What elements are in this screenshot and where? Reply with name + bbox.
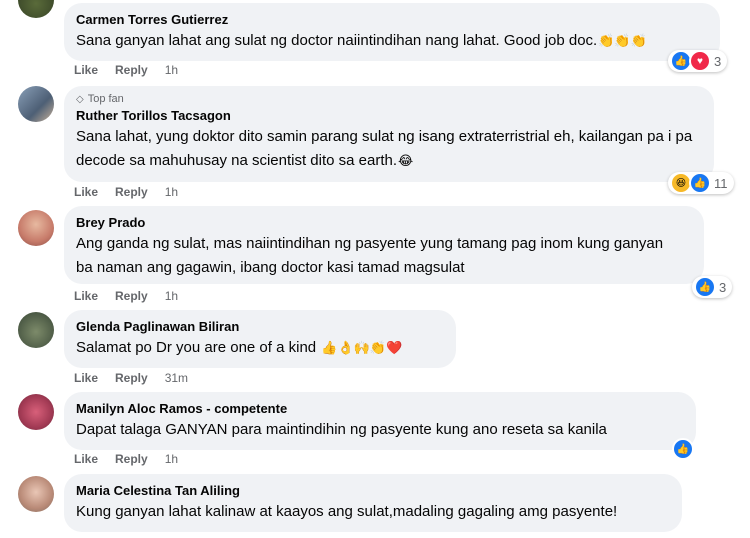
comment-actions: Like Reply 31m bbox=[74, 370, 188, 386]
reply-button[interactable]: Reply bbox=[115, 370, 148, 386]
comment-author[interactable]: Ruther Torillos Tacsagon bbox=[76, 107, 702, 124]
comment-bubble: Manilyn Aloc Ramos - competente Dapat ta… bbox=[64, 392, 696, 450]
reaction-count: 11 bbox=[714, 175, 728, 191]
top-fan-badge: ◇ Top fan bbox=[76, 92, 702, 106]
comment-text-body: Salamat po Dr you are one of a kind bbox=[76, 339, 317, 356]
reaction-summary[interactable]: 👍 bbox=[670, 438, 694, 460]
comment-author[interactable]: Carmen Torres Gutierrez bbox=[76, 11, 708, 28]
comment-bubble: Maria Celestina Tan Aliling Kung ganyan … bbox=[64, 474, 682, 532]
like-button[interactable]: Like bbox=[74, 288, 98, 304]
love-icon: ♥ bbox=[689, 50, 711, 72]
comment-time[interactable]: 1h bbox=[165, 184, 178, 200]
clap-emoji: 👏👏👏 bbox=[598, 33, 647, 48]
comment-actions: Like Reply 1h bbox=[74, 451, 178, 467]
comment-text: Dapat talaga GANYAN para maintindihin ng… bbox=[76, 421, 607, 438]
reaction-summary[interactable]: 😆 👍 11 bbox=[668, 172, 734, 194]
reaction-summary[interactable]: 👍 3 bbox=[692, 276, 733, 298]
like-button[interactable]: Like bbox=[74, 370, 98, 386]
like-icon: 👍 bbox=[672, 438, 694, 460]
comment-time[interactable]: 1h bbox=[165, 62, 178, 78]
emoji-set: 👍👌🙌👏❤️ bbox=[321, 340, 403, 355]
comment-actions: Like Reply 1h bbox=[74, 62, 178, 78]
comment-actions: Like Reply 1h bbox=[74, 288, 178, 304]
comment-text: Ang ganda ng sulat, mas naiintindihan ng… bbox=[76, 235, 664, 276]
like-icon: 👍 bbox=[689, 172, 711, 194]
comment-time[interactable]: 31m bbox=[165, 370, 188, 386]
badge-label: Top fan bbox=[87, 93, 124, 105]
avatar[interactable] bbox=[18, 86, 54, 122]
avatar[interactable] bbox=[18, 394, 54, 430]
comment-author[interactable]: Brey Prado bbox=[76, 214, 692, 231]
comment-author[interactable]: Manilyn Aloc Ramos - competente bbox=[76, 400, 684, 417]
reply-button[interactable]: Reply bbox=[115, 288, 148, 304]
comment-author[interactable]: Maria Celestina Tan Aliling bbox=[76, 482, 670, 499]
comment-text: Salamat po Dr you are one of a kind 👍👌🙌👏… bbox=[76, 336, 444, 360]
comment-author[interactable]: Glenda Paglinawan Biliran bbox=[76, 318, 444, 335]
reaction-count: 3 bbox=[719, 279, 727, 295]
comment-text: Kung ganyan lahat kalinaw at kaayos ang … bbox=[76, 503, 618, 520]
comment-actions: Like Reply 1h bbox=[74, 184, 178, 200]
comment-time[interactable]: 1h bbox=[165, 288, 178, 304]
comment-bubble: Brey Prado Ang ganda ng sulat, mas naiin… bbox=[64, 206, 704, 284]
comment-bubble: Carmen Torres Gutierrez Sana ganyan laha… bbox=[64, 3, 720, 61]
comment-text-body: Sana lahat, yung doktor dito samin paran… bbox=[76, 128, 693, 169]
laughing-emoji: 😂 bbox=[398, 153, 414, 168]
avatar[interactable] bbox=[18, 476, 54, 512]
comment-text: Sana lahat, yung doktor dito samin paran… bbox=[76, 125, 702, 173]
reply-button[interactable]: Reply bbox=[115, 451, 148, 467]
comment-bubble: ◇ Top fan Ruther Torillos Tacsagon Sana … bbox=[64, 86, 714, 182]
reaction-summary[interactable]: 👍 ♥ 3 bbox=[668, 50, 728, 72]
reply-button[interactable]: Reply bbox=[115, 184, 148, 200]
diamond-icon: ◇ bbox=[76, 93, 84, 105]
comment-text-body: Sana ganyan lahat ang sulat ng doctor na… bbox=[76, 32, 598, 49]
comment-bubble: Glenda Paglinawan Biliran Salamat po Dr … bbox=[64, 310, 456, 368]
reply-button[interactable]: Reply bbox=[115, 62, 148, 78]
avatar[interactable] bbox=[18, 312, 54, 348]
comment-list: Carmen Torres Gutierrez Sana ganyan laha… bbox=[0, 0, 750, 538]
like-button[interactable]: Like bbox=[74, 62, 98, 78]
comment-text: Sana ganyan lahat ang sulat ng doctor na… bbox=[76, 29, 708, 53]
avatar[interactable] bbox=[18, 210, 54, 246]
like-button[interactable]: Like bbox=[74, 184, 98, 200]
comment-time[interactable]: 1h bbox=[165, 451, 178, 467]
like-button[interactable]: Like bbox=[74, 451, 98, 467]
like-icon: 👍 bbox=[694, 276, 716, 298]
avatar[interactable] bbox=[18, 0, 54, 18]
reaction-count: 3 bbox=[714, 53, 722, 69]
